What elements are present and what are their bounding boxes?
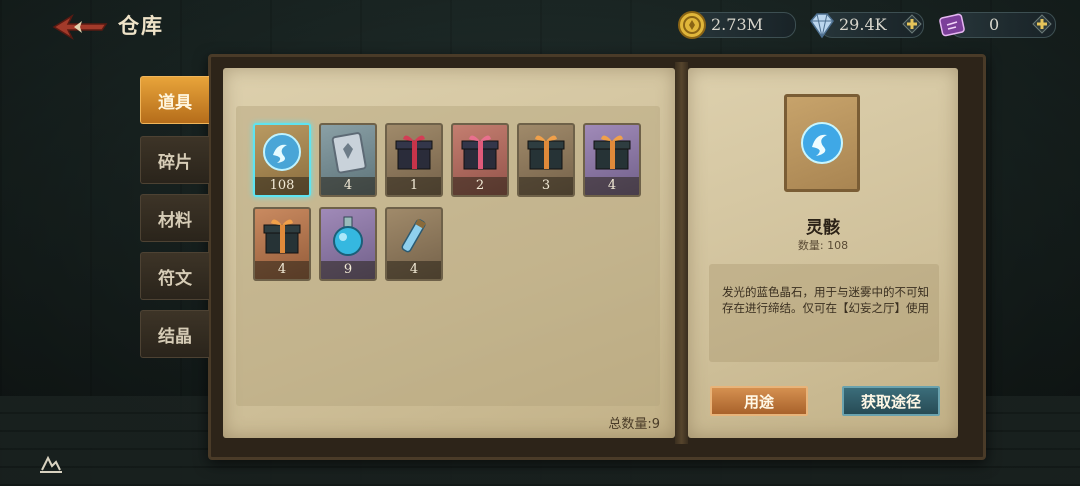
item-count: 4 xyxy=(585,177,639,195)
ticket-currency-bar: 0 xyxy=(939,11,1056,38)
silver-card-icon xyxy=(331,132,367,174)
diamond-icon xyxy=(810,13,834,39)
item-slot-silver-card[interactable]: 4 xyxy=(319,123,377,197)
ticket-value: 0 xyxy=(989,15,1000,34)
obtain-source-button[interactable]: 获取途径 xyxy=(842,386,940,416)
add-diamond-button[interactable] xyxy=(899,11,925,37)
plus-icon xyxy=(1032,14,1052,34)
diamond-currency-bar: 29.4K xyxy=(810,11,925,39)
tab-runes[interactable]: 符文 xyxy=(140,252,209,300)
item-count: 1 xyxy=(387,177,441,195)
item-slot-gift-box[interactable]: 4 xyxy=(253,207,311,281)
total-count: 总数量:9 xyxy=(608,417,660,432)
plus-icon xyxy=(902,14,922,34)
item-slot-gift-box[interactable]: 3 xyxy=(517,123,575,197)
blue-swirl-crystal-icon xyxy=(801,122,843,164)
red-gift-box-icon xyxy=(461,135,499,170)
item-count: 3 xyxy=(519,177,573,195)
selected-item-name: 灵骸 xyxy=(806,218,840,238)
item-count: 9 xyxy=(321,261,375,279)
blue-swirl-crystal-icon xyxy=(263,133,301,171)
item-slot-gift-box[interactable]: 2 xyxy=(451,123,509,197)
tab-props[interactable]: 道具 xyxy=(140,76,209,124)
page-title: 仓库 xyxy=(118,13,164,38)
tab-materials[interactable]: 材料 xyxy=(140,194,209,242)
tab-fragments[interactable]: 碎片 xyxy=(140,136,209,184)
gold-value: 2.73M xyxy=(711,15,764,34)
gold-coin-icon xyxy=(678,11,706,39)
back-arrow-icon[interactable] xyxy=(52,12,108,42)
item-count: 4 xyxy=(321,177,375,195)
item-slot-blue-swirl-crystal[interactable]: 108 xyxy=(253,123,311,197)
tab-crystals[interactable]: 结晶 xyxy=(140,310,209,358)
orange-gift-box-icon xyxy=(263,219,301,254)
chat-quill-icon[interactable] xyxy=(36,452,66,476)
blue-potion-icon xyxy=(333,216,363,256)
selected-item-quantity: 数量: 108 xyxy=(797,239,849,252)
item-count: 4 xyxy=(387,261,441,279)
red-gift-box-icon xyxy=(395,135,433,170)
item-count: 108 xyxy=(255,177,309,195)
book-spine xyxy=(675,62,688,444)
item-slot-blue-potion[interactable]: 9 xyxy=(319,207,377,281)
item-slot-blue-vial[interactable]: 4 xyxy=(385,207,443,281)
item-count: 2 xyxy=(453,177,507,195)
selected-item-card xyxy=(784,94,860,192)
orange-gift-box-icon xyxy=(593,135,631,170)
diamond-value: 29.4K xyxy=(839,15,887,34)
add-ticket-button[interactable] xyxy=(1029,11,1055,37)
purple-ticket-icon xyxy=(939,13,965,37)
item-slot-gift-box[interactable]: 4 xyxy=(583,123,641,197)
blue-vial-icon xyxy=(401,218,426,253)
selected-item-description: 发光的蓝色晶石，用于与迷雾中的不可知存在进行缔结。仅可在【幻妄之厅】使用 xyxy=(722,285,929,315)
item-slot-gift-box[interactable]: 1 xyxy=(385,123,443,197)
item-count: 4 xyxy=(255,261,309,279)
orange-gift-box-icon xyxy=(527,135,565,170)
use-button[interactable]: 用途 xyxy=(710,386,808,416)
gold-currency-bar: 2.73M xyxy=(678,11,796,39)
